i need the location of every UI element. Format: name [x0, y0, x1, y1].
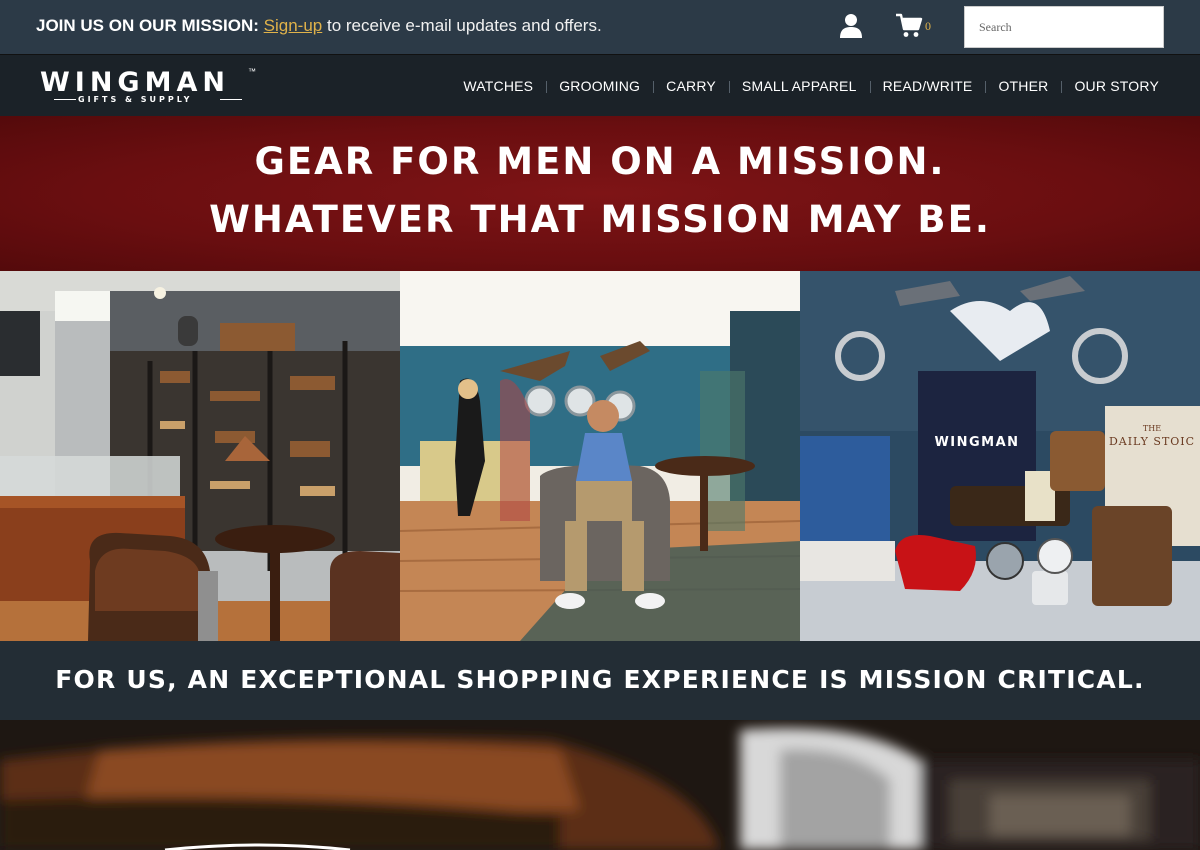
signup-link[interactable]: Sign-up	[264, 16, 323, 35]
nav-item-read-write[interactable]: READ/WRITE	[869, 78, 986, 94]
tagline-text: FOR US, AN EXCEPTIONAL SHOPPING EXPERIEN…	[55, 665, 1145, 694]
featured-products-image	[0, 720, 1200, 850]
logo-tm: ™	[248, 67, 256, 76]
bag-brand-text: WINGMAN	[934, 435, 1019, 450]
cart-icon[interactable]	[895, 13, 923, 39]
search-input[interactable]	[964, 6, 1164, 48]
nav-item-carry[interactable]: CARRY	[653, 78, 729, 94]
hero-headline-2: WHATEVER THAT MISSION MAY BE.	[209, 198, 991, 241]
logo-line-left	[54, 99, 76, 100]
logo-tagline: GIFTS & SUPPLY	[78, 95, 193, 104]
nav-item-grooming[interactable]: GROOMING	[546, 78, 653, 94]
nav-item-small-apparel[interactable]: SMALL APPAREL	[728, 78, 870, 94]
hero-banner: GEAR FOR MEN ON A MISSION. WHATEVER THAT…	[0, 116, 1200, 271]
book-the-text: THE	[1143, 424, 1161, 433]
hero-headline-1: GEAR FOR MEN ON A MISSION.	[254, 140, 946, 183]
promo-banner: JOIN US ON OUR MISSION: Sign-up to recei…	[36, 16, 602, 36]
customers-in-store-photo	[400, 271, 800, 641]
nav-item-our-story[interactable]: OUR STORY	[1061, 78, 1172, 94]
wingman-logo[interactable]: WINGMAN ™ GIFTS & SUPPLY	[40, 67, 260, 109]
nav-item-other[interactable]: OTHER	[985, 78, 1061, 94]
logo-line-right	[220, 99, 242, 100]
gift-products-photo: WINGMAN THE DAILY STOIC	[800, 271, 1200, 641]
user-icon[interactable]	[838, 12, 864, 38]
tagline-bar: FOR US, AN EXCEPTIONAL SHOPPING EXPERIEN…	[0, 641, 1200, 720]
main-navbar: WINGMAN ™ GIFTS & SUPPLY WATCHES GROOMIN…	[0, 54, 1200, 116]
promo-lead: JOIN US ON OUR MISSION:	[36, 16, 259, 35]
top-bar: JOIN US ON OUR MISSION: Sign-up to recei…	[0, 0, 1200, 54]
cart-count: 0	[925, 19, 931, 33]
photo-strip: WINGMAN THE DAILY STOIC	[0, 271, 1200, 641]
book-title-text: DAILY STOIC	[1109, 435, 1195, 448]
logo-name: WINGMAN	[40, 67, 230, 98]
primary-nav: WATCHES GROOMING CARRY SMALL APPAREL REA…	[450, 55, 1172, 117]
nav-item-watches[interactable]: WATCHES	[450, 78, 546, 94]
store-interior-photo	[0, 271, 400, 641]
promo-text: to receive e-mail updates and offers.	[327, 16, 602, 35]
